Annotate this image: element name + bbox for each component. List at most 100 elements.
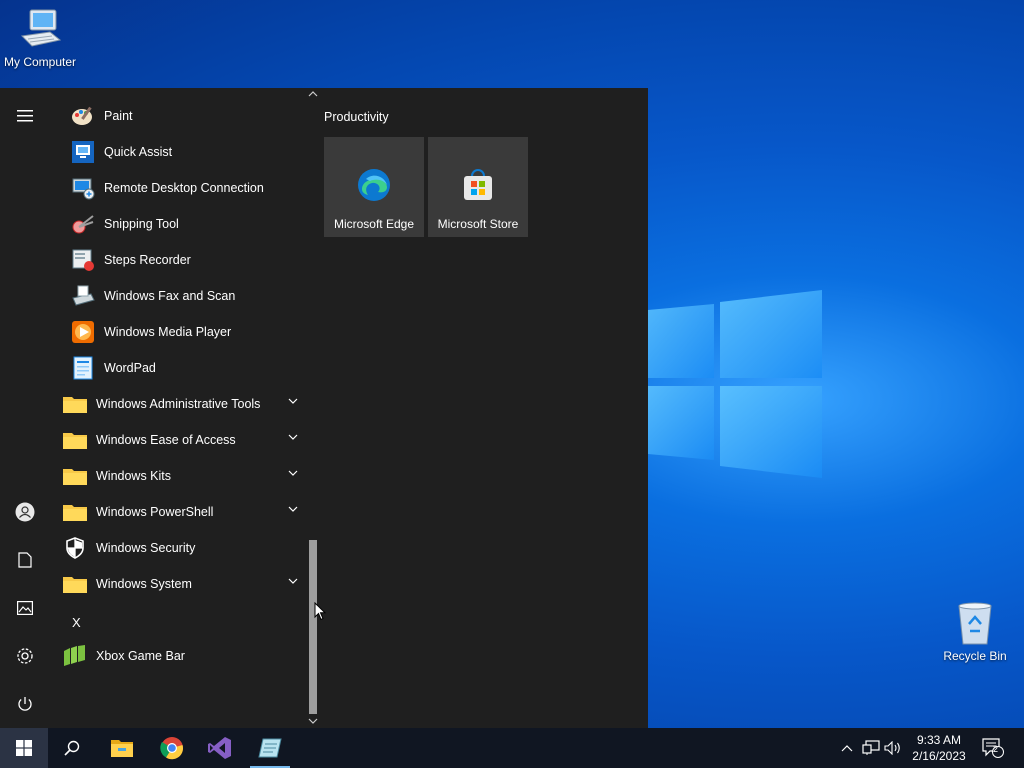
folder-icon (62, 499, 88, 525)
steps-recorder-icon (70, 247, 96, 273)
documents-icon (18, 552, 32, 568)
tile-area: Productivity Microsoft Edge Microsoft St… (320, 88, 648, 728)
app-label: Quick Assist (104, 145, 173, 159)
chevron-down-icon (288, 434, 298, 440)
taskbar-chrome[interactable] (148, 728, 196, 768)
settings-button[interactable] (0, 632, 50, 680)
taskbar: 9:33 AM 2/16/2023 2 (0, 728, 1024, 768)
remote-desktop-icon (70, 175, 96, 201)
app-folder-windows-system[interactable]: Windows System (50, 566, 306, 602)
app-label: Paint (104, 109, 133, 123)
paint-icon (70, 103, 96, 129)
taskbar-file-explorer[interactable] (98, 728, 146, 768)
scrollbar-thumb[interactable] (309, 540, 317, 714)
shield-icon (62, 535, 88, 561)
chrome-icon (160, 737, 184, 760)
volume-button[interactable] (882, 728, 904, 768)
app-label: Windows Fax and Scan (104, 289, 236, 303)
windows-logo-wallpaper (648, 290, 822, 478)
app-item-paint[interactable]: Paint (50, 98, 306, 134)
xbox-game-bar-icon (62, 643, 88, 669)
documents-button[interactable] (0, 536, 50, 584)
network-button[interactable] (860, 728, 882, 768)
wordpad-icon (70, 355, 96, 381)
app-item-xbox-game-bar[interactable]: Xbox Game Bar (50, 638, 306, 674)
desktop-icon-recycle-bin[interactable]: Recycle Bin (935, 600, 1015, 663)
scroll-up-arrow-icon[interactable] (308, 89, 318, 99)
taskbar-notepad-app[interactable] (246, 728, 294, 768)
pictures-button[interactable] (0, 584, 50, 632)
notepad-app-icon (258, 738, 282, 758)
app-item-snipping-tool[interactable]: Snipping Tool (50, 206, 306, 242)
snipping-tool-icon (70, 211, 96, 237)
app-label: Windows Kits (96, 469, 172, 483)
edge-icon (358, 169, 390, 201)
scroll-down-arrow-icon[interactable] (308, 716, 318, 726)
chevron-down-icon (288, 470, 298, 476)
network-icon (862, 740, 880, 755)
app-item-steps-recorder[interactable]: Steps Recorder (50, 242, 306, 278)
chevron-down-icon (288, 506, 298, 512)
app-label: Windows Ease of Access (96, 433, 236, 447)
app-item-fax-scan[interactable]: Windows Fax and Scan (50, 278, 306, 314)
app-item-media-player[interactable]: Windows Media Player (50, 314, 306, 350)
power-icon (18, 697, 32, 711)
quick-assist-icon (70, 139, 96, 165)
taskbar-clock[interactable]: 9:33 AM 2/16/2023 (904, 732, 974, 764)
action-center-button[interactable]: 2 (978, 728, 1008, 768)
show-hidden-icons-button[interactable] (838, 728, 856, 768)
file-explorer-icon (111, 740, 133, 757)
app-label: Steps Recorder (104, 253, 191, 267)
tile-group-title[interactable]: Productivity (324, 110, 389, 124)
expand-menu-button[interactable] (0, 92, 50, 140)
folder-icon (62, 427, 88, 453)
user-icon (15, 502, 35, 522)
notification-count-badge: 2 (993, 744, 999, 754)
recycle-bin-icon (958, 602, 992, 645)
folder-icon (62, 571, 88, 597)
start-button[interactable] (0, 728, 48, 768)
app-item-windows-security[interactable]: Windows Security (50, 530, 306, 566)
clock-date: 2/16/2023 (912, 749, 966, 763)
tile-label: Microsoft Store (437, 217, 519, 231)
app-list: Paint Quick Assist Remote Desktop Connec… (50, 88, 306, 728)
media-player-icon (70, 319, 96, 345)
app-item-quick-assist[interactable]: Quick Assist (50, 134, 306, 170)
app-label: Xbox Game Bar (96, 649, 185, 663)
folder-icon (62, 391, 88, 417)
tile-microsoft-store[interactable]: Microsoft Store (428, 137, 528, 237)
volume-icon (884, 741, 900, 755)
visual-studio-icon (208, 737, 231, 759)
tile-label: Microsoft Edge (333, 217, 415, 231)
taskbar-visual-studio[interactable] (196, 728, 244, 768)
app-label: WordPad (104, 361, 156, 375)
search-button[interactable] (48, 728, 96, 768)
app-label: Windows System (96, 577, 192, 591)
desktop-icon-my-computer[interactable]: My Computer (0, 8, 80, 69)
start-menu: Paint Quick Assist Remote Desktop Connec… (0, 88, 648, 728)
power-button[interactable] (0, 680, 50, 728)
chevron-down-icon (288, 398, 298, 404)
app-folder-powershell[interactable]: Windows PowerShell (50, 494, 306, 530)
app-item-wordpad[interactable]: WordPad (50, 350, 306, 386)
section-letter-x[interactable]: X (72, 615, 81, 630)
chevron-down-icon (288, 578, 298, 584)
settings-icon (17, 648, 33, 664)
search-icon (64, 740, 80, 756)
computer-icon (20, 9, 62, 47)
fax-scan-icon (70, 283, 96, 309)
windows-start-icon (16, 740, 32, 756)
tile-microsoft-edge[interactable]: Microsoft Edge (324, 137, 424, 237)
app-folder-windows-kits[interactable]: Windows Kits (50, 458, 306, 494)
app-folder-administrative-tools[interactable]: Windows Administrative Tools (50, 386, 306, 422)
store-icon (464, 169, 492, 200)
hamburger-menu-icon (17, 110, 33, 122)
app-item-remote-desktop[interactable]: Remote Desktop Connection (50, 170, 306, 206)
app-label: Snipping Tool (104, 217, 179, 231)
app-list-scrollbar[interactable] (306, 88, 320, 728)
app-label: Windows PowerShell (96, 505, 214, 519)
user-account-button[interactable] (0, 488, 50, 536)
app-folder-ease-of-access[interactable]: Windows Ease of Access (50, 422, 306, 458)
mouse-cursor-icon (314, 602, 326, 621)
app-label: Windows Security (96, 541, 196, 555)
